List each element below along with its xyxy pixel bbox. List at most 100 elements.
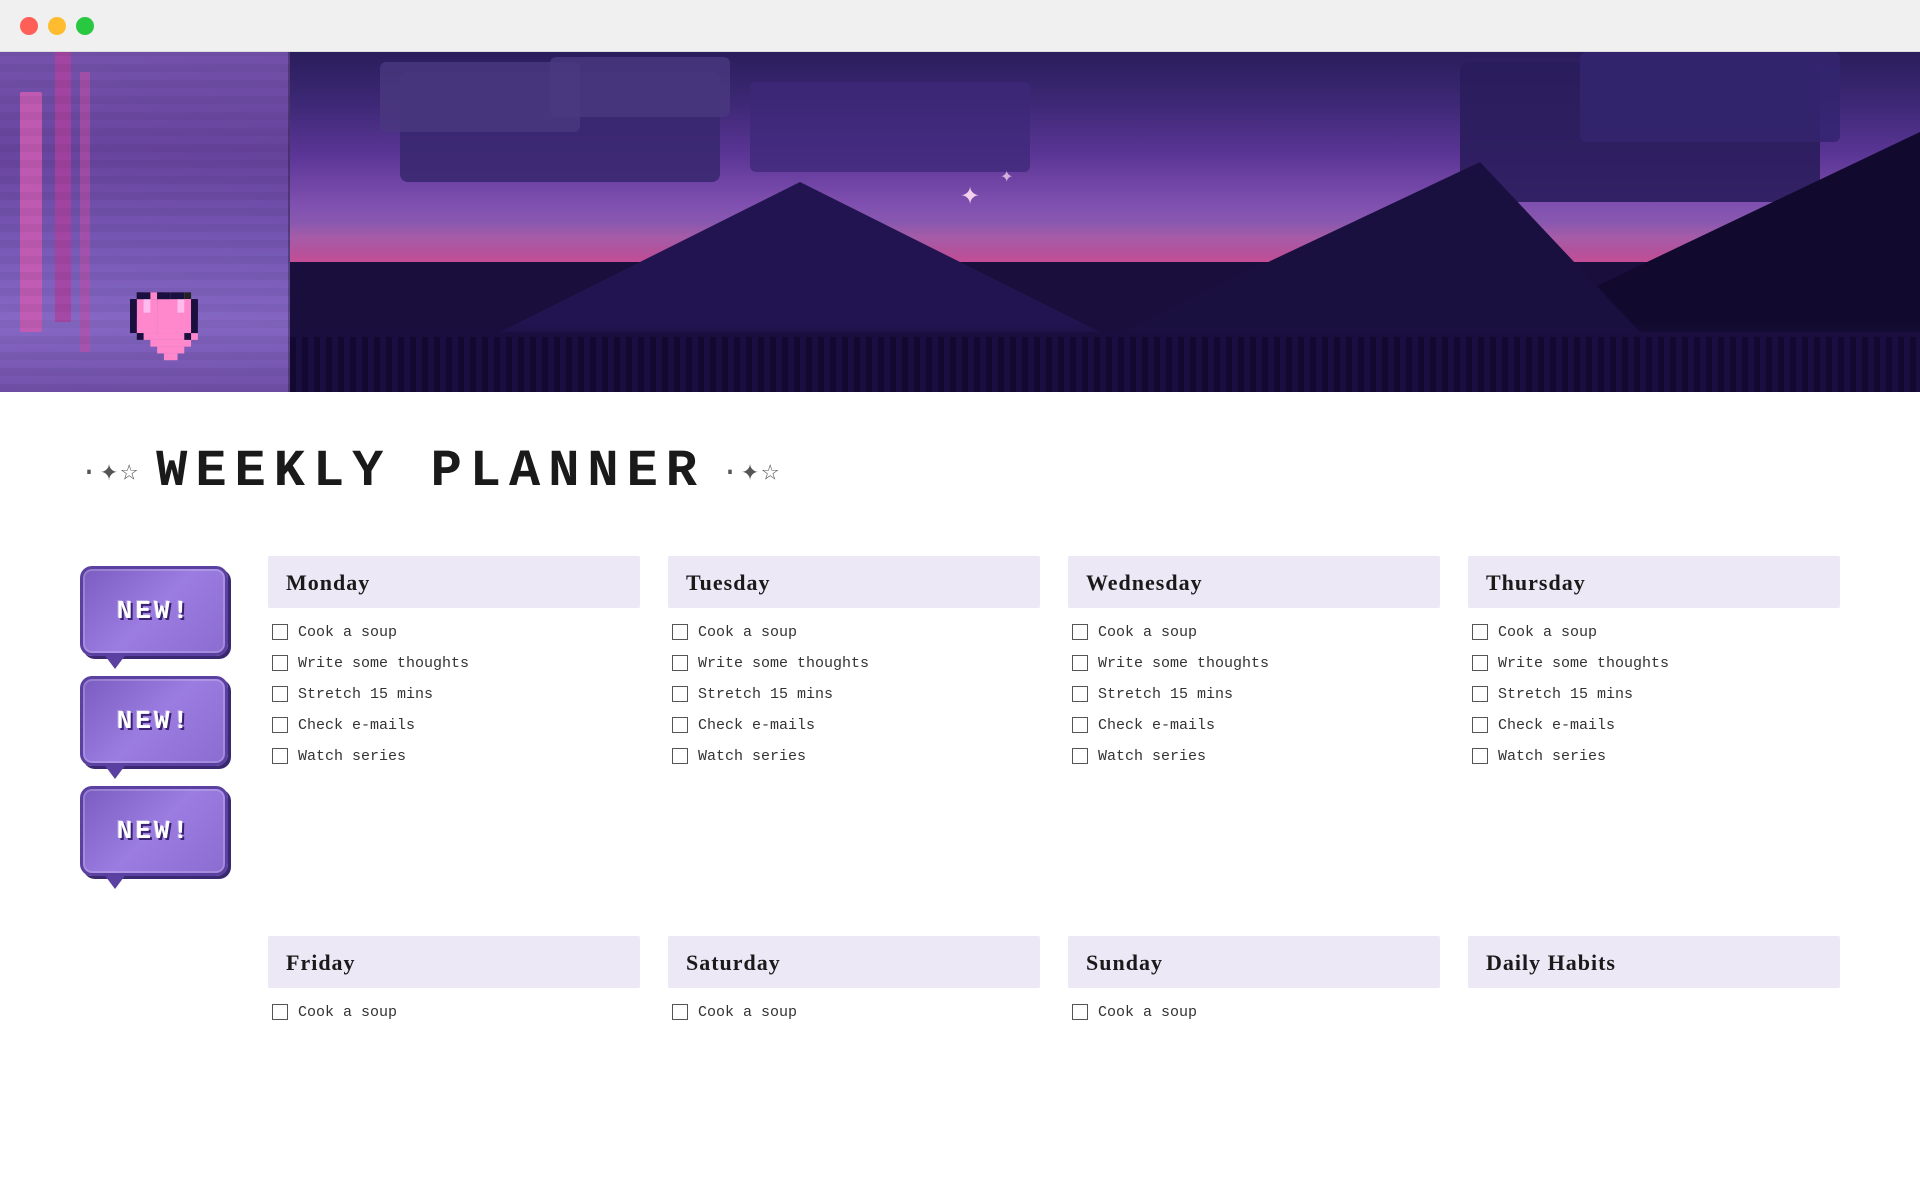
day-column-daily-habits: Daily Habits xyxy=(1468,936,1840,1033)
task-text: Watch series xyxy=(1498,746,1606,767)
day-header-tuesday: Tuesday xyxy=(668,556,1040,608)
task-item: Write some thoughts xyxy=(672,653,1036,674)
task-text: Check e-mails xyxy=(698,715,815,736)
task-item: Cook a soup xyxy=(1472,622,1836,643)
sticker-1-label: NEW! xyxy=(117,596,191,626)
day-name: Thursday xyxy=(1486,570,1822,596)
task-item: Cook a soup xyxy=(672,1002,1036,1023)
day-name: Sunday xyxy=(1086,950,1422,976)
day-name: Monday xyxy=(286,570,622,596)
task-checkbox[interactable] xyxy=(672,686,688,702)
task-checkbox[interactable] xyxy=(1072,748,1088,764)
day-name: Saturday xyxy=(686,950,1022,976)
task-text: Cook a soup xyxy=(1498,622,1597,643)
pixel-heart xyxy=(130,272,225,372)
task-item: Write some thoughts xyxy=(1072,653,1436,674)
new-sticker-3: NEW! xyxy=(80,786,228,876)
task-checkbox[interactable] xyxy=(1072,686,1088,702)
task-checkbox[interactable] xyxy=(272,624,288,640)
task-text: Stretch 15 mins xyxy=(698,684,833,705)
task-checkbox[interactable] xyxy=(1472,655,1488,671)
days-row-1: Monday Cook a soup Write some thoughts Stre… xyxy=(268,556,1840,876)
day-name: Daily Habits xyxy=(1486,950,1822,976)
task-checkbox[interactable] xyxy=(1472,686,1488,702)
task-checkbox[interactable] xyxy=(272,655,288,671)
task-item: Watch series xyxy=(272,746,636,767)
day-column-friday: Friday Cook a soup xyxy=(268,936,640,1033)
task-checkbox[interactable] xyxy=(672,655,688,671)
cloud-2b xyxy=(1580,52,1840,142)
task-text: Write some thoughts xyxy=(1098,653,1269,674)
task-list: Cook a soup Write some thoughts Stretch 15… xyxy=(668,622,1040,767)
task-text: Check e-mails xyxy=(1498,715,1615,736)
task-text: Check e-mails xyxy=(1098,715,1215,736)
task-text: Cook a soup xyxy=(1098,622,1197,643)
title-deco-left: ·✦☆ xyxy=(80,453,140,490)
task-item: Cook a soup xyxy=(272,1002,636,1023)
task-item: Check e-mails xyxy=(272,715,636,736)
day-header-friday: Friday xyxy=(268,936,640,988)
mountain-mid-right xyxy=(1120,162,1640,332)
task-item: Stretch 15 mins xyxy=(1472,684,1836,705)
task-text: Watch series xyxy=(1098,746,1206,767)
task-text: Write some thoughts xyxy=(298,653,469,674)
field-texture xyxy=(290,337,1920,392)
task-item: Write some thoughts xyxy=(1472,653,1836,674)
task-checkbox[interactable] xyxy=(672,717,688,733)
day-header-monday: Monday xyxy=(268,556,640,608)
task-checkbox[interactable] xyxy=(672,748,688,764)
maximize-button[interactable] xyxy=(76,17,94,35)
task-text: Write some thoughts xyxy=(698,653,869,674)
task-checkbox[interactable] xyxy=(1472,717,1488,733)
task-checkbox[interactable] xyxy=(272,748,288,764)
task-item: Stretch 15 mins xyxy=(1072,684,1436,705)
close-button[interactable] xyxy=(20,17,38,35)
task-checkbox[interactable] xyxy=(272,717,288,733)
task-checkbox[interactable] xyxy=(1072,624,1088,640)
new-sticker-1: NEW! xyxy=(80,566,228,656)
task-text: Cook a soup xyxy=(698,622,797,643)
task-item: Watch series xyxy=(1472,746,1836,767)
day-name: Friday xyxy=(286,950,622,976)
task-checkbox[interactable] xyxy=(672,1004,688,1020)
task-text: Stretch 15 mins xyxy=(1098,684,1233,705)
task-checkbox[interactable] xyxy=(1072,717,1088,733)
day-column-monday: Monday Cook a soup Write some thoughts Stre… xyxy=(268,556,640,876)
task-list: Cook a soup xyxy=(668,1002,1040,1023)
task-checkbox[interactable] xyxy=(1072,655,1088,671)
task-checkbox[interactable] xyxy=(672,624,688,640)
task-list: Cook a soup xyxy=(268,1002,640,1023)
task-text: Cook a soup xyxy=(298,622,397,643)
task-text: Stretch 15 mins xyxy=(1498,684,1633,705)
day-name: Tuesday xyxy=(686,570,1022,596)
task-text: Watch series xyxy=(698,746,806,767)
day-column-sunday: Sunday Cook a soup xyxy=(1068,936,1440,1033)
minimize-button[interactable] xyxy=(48,17,66,35)
task-item: Cook a soup xyxy=(1072,1002,1436,1023)
task-checkbox[interactable] xyxy=(1472,624,1488,640)
day-header-saturday: Saturday xyxy=(668,936,1040,988)
hero-banner: ✦ ✦ xyxy=(0,52,1920,392)
day-column-saturday: Saturday Cook a soup xyxy=(668,936,1040,1033)
task-checkbox[interactable] xyxy=(272,1004,288,1020)
task-text: Cook a soup xyxy=(698,1002,797,1023)
task-text: Stretch 15 mins xyxy=(298,684,433,705)
task-checkbox[interactable] xyxy=(1072,1004,1088,1020)
task-item: Check e-mails xyxy=(1472,715,1836,736)
sticker-3-label: NEW! xyxy=(117,816,191,846)
task-checkbox[interactable] xyxy=(272,686,288,702)
task-text: Cook a soup xyxy=(1098,1002,1197,1023)
task-item: Check e-mails xyxy=(1072,715,1436,736)
task-list: Cook a soup Write some thoughts Stretch 15… xyxy=(268,622,640,767)
mountain-center xyxy=(500,182,1100,332)
day-column-wednesday: Wednesday Cook a soup Write some thoughts S… xyxy=(1068,556,1440,876)
day-header-sunday: Sunday xyxy=(1068,936,1440,988)
task-item: Stretch 15 mins xyxy=(672,684,1036,705)
task-text: Check e-mails xyxy=(298,715,415,736)
task-list: Cook a soup Write some thoughts Stretch 15… xyxy=(1468,622,1840,767)
page-title-text: WEEKLY PLANNER xyxy=(156,442,705,501)
day-name: Wednesday xyxy=(1086,570,1422,596)
day-header-wednesday: Wednesday xyxy=(1068,556,1440,608)
task-list: Cook a soup Write some thoughts Stretch 15… xyxy=(1068,622,1440,767)
task-checkbox[interactable] xyxy=(1472,748,1488,764)
